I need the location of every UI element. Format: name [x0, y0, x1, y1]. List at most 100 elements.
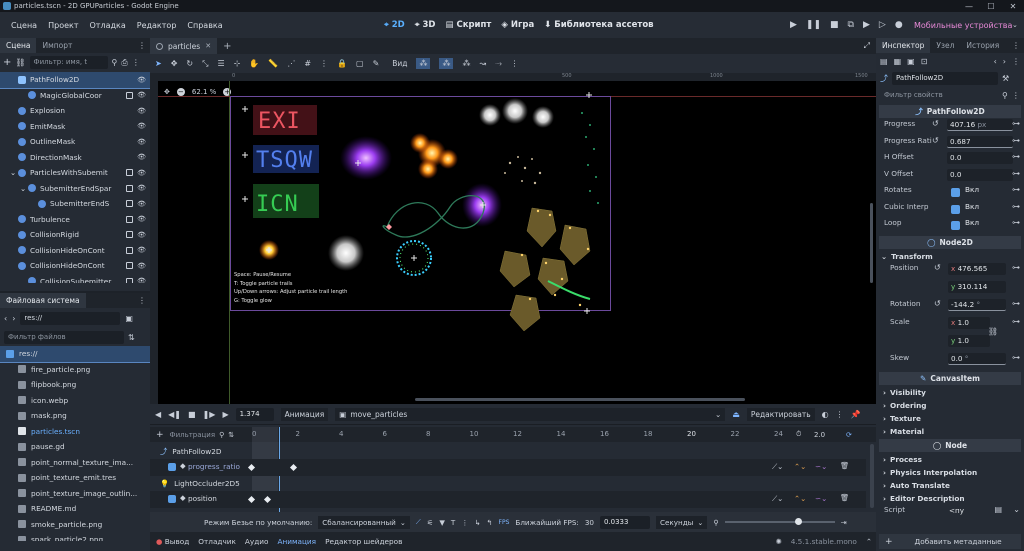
revert-icon[interactable]: ↺ [932, 119, 939, 128]
grid-snap-icon[interactable]: # [304, 59, 311, 68]
visibility-eye-icon[interactable]: 👁 [137, 277, 146, 283]
scene-tree-node[interactable]: SubemitterEndS 👁 [0, 196, 150, 212]
tab-node[interactable]: Узел [930, 38, 960, 53]
group-physics-interpolation[interactable]: › Physics Interpolation [876, 466, 1024, 479]
tab-output[interactable]: ● Вывод [156, 537, 189, 546]
keyframe-icon[interactable]: ⊶ [1012, 119, 1020, 128]
track-checkbox[interactable] [168, 495, 176, 503]
fit-timeline-icon[interactable]: ⇥ [841, 518, 847, 527]
visibility-eye-icon[interactable]: 👁 [137, 262, 146, 270]
scale-tool-icon[interactable]: ⤡ [202, 59, 208, 69]
track-row[interactable]: ◆ position ⟋⌄ ⌃⌄ ∽⌄ 🗑 [150, 491, 866, 508]
scene-tree-node[interactable]: CollisionRigid 👁 [0, 227, 150, 243]
fps-toggle-icon[interactable]: FPS [499, 519, 510, 526]
scene-tree-node[interactable]: EmitMask 👁 [0, 119, 150, 135]
file-item[interactable]: README.md [0, 501, 150, 517]
group-editor-description[interactable]: › Editor Description [876, 492, 1024, 505]
path-delete-icon[interactable]: ⤑ [495, 59, 501, 69]
add-track-icon[interactable]: + [156, 430, 164, 440]
tab-history[interactable]: История [960, 38, 1005, 53]
scale-y-field[interactable]: y 1.0 [948, 334, 990, 347]
file-item[interactable]: point_texture_emit.tres [0, 470, 150, 486]
forward-arrow-icon[interactable]: › [12, 314, 15, 323]
visibility-eye-icon[interactable]: 👁 [137, 169, 146, 177]
scene-tree-node[interactable]: CollisionHideOnCont 👁 [0, 243, 150, 259]
track-filter[interactable]: Фильтрация [170, 431, 216, 439]
onion-skin-icon[interactable]: ◐ [822, 410, 829, 419]
script-load-icon[interactable]: ▤ [994, 505, 1002, 514]
object-menu-icon[interactable]: ⚒ [1002, 74, 1009, 83]
inspected-object-select[interactable]: PathFollow2D [892, 72, 998, 85]
filter-options-icon[interactable]: ⋮ [1012, 91, 1020, 100]
visibility-eye-icon[interactable]: 👁 [137, 184, 146, 192]
node-config-icon[interactable] [126, 262, 133, 270]
snap-keys-icon[interactable]: ⚟ [427, 518, 433, 527]
step-input[interactable]: 0.0333 [599, 515, 650, 529]
list-select-icon[interactable]: ☰ [218, 59, 225, 68]
menu-dots-icon[interactable]: ⋮ [138, 41, 146, 50]
menu-project[interactable]: Проект [48, 21, 78, 30]
position-y-field[interactable]: y 310.114 [948, 280, 1006, 293]
scene-tree-node[interactable]: DirectionMask 👁 [0, 150, 150, 166]
menu-help[interactable]: Справка [187, 21, 222, 30]
scene-tree-node[interactable]: Explosion 👁 [0, 103, 150, 119]
visibility-eye-icon[interactable]: 👁 [137, 153, 146, 161]
tab-scene[interactable]: Сцена [0, 38, 37, 53]
script-field[interactable]: <пу [946, 505, 976, 517]
anim-length[interactable]: 2.0 [814, 431, 825, 439]
prop-value-field[interactable]: 0.687 [947, 135, 1013, 148]
play-project-icon[interactable]: ▶ [790, 20, 797, 30]
keyframe-icon[interactable]: ⊶ [1012, 299, 1020, 308]
keyframe-icon[interactable]: ⊶ [1012, 353, 1020, 362]
sort-icon[interactable]: ⇅ [128, 333, 135, 342]
file-item[interactable]: pause.gd [0, 439, 150, 455]
file-item[interactable]: point_texture_image_outlin... [0, 486, 150, 502]
menu-dots-icon[interactable]: ⋮ [1012, 41, 1020, 50]
main-screen-assetlib[interactable]: ⬇ Библиотека ассетов [544, 20, 653, 30]
anim-time-input[interactable]: 1.374 [235, 407, 274, 421]
file-item[interactable]: mask.png [0, 408, 150, 424]
history-back-icon[interactable]: ‹ [994, 57, 997, 66]
scene-tree-node[interactable]: CollisionHideOnCont 👁 [0, 258, 150, 274]
sort-icon[interactable]: ⇅ [228, 431, 234, 439]
visibility-eye-icon[interactable]: 👁 [137, 231, 146, 239]
checkbox[interactable] [951, 204, 960, 214]
keyframe[interactable] [289, 463, 298, 472]
collapse-panel-icon[interactable]: ⌃ [866, 537, 872, 546]
checkbox[interactable] [951, 221, 960, 230]
tab-debugger[interactable]: Отладчик [198, 537, 236, 546]
play-backwards-icon[interactable]: ◀❚ [168, 410, 181, 419]
loop-wrap-icon[interactable]: ∽⌄ [815, 462, 827, 471]
minimize-button[interactable]: — [958, 2, 980, 11]
close-tab-icon[interactable]: ✕ [205, 42, 211, 50]
scene-tree-node[interactable]: ⌄ SubemitterEndSpar 👁 [0, 181, 150, 197]
rotate-tool-icon[interactable]: ↻ [186, 59, 193, 68]
loop-icon[interactable]: ⟳ [846, 431, 852, 439]
particles-emit-icon[interactable]: ⁂ [416, 58, 431, 69]
fs-filter-input[interactable]: Фильтр файлов [4, 330, 124, 344]
select-tool-icon[interactable]: ➤ [155, 59, 162, 68]
keyframe-icon[interactable]: ⊶ [1012, 317, 1020, 326]
group-ordering[interactable]: › Ordering [876, 399, 1024, 412]
visibility-eye-icon[interactable]: 👁 [137, 122, 146, 130]
property-filter-input[interactable]: Фильтр свойств [880, 89, 998, 102]
group-texture[interactable]: › Texture [876, 412, 1024, 425]
track-group[interactable]: ⤴ PathFollow2D [150, 444, 866, 459]
track-group[interactable]: 💡 LightOccluder2D5 [150, 476, 866, 491]
move-tool-icon[interactable]: ✥ [171, 59, 178, 68]
bone-icon[interactable]: ✎ [373, 59, 380, 68]
update-mode-icon[interactable]: ⌃⌄ [794, 462, 806, 471]
file-item[interactable]: flipbook.png [0, 377, 150, 393]
keyframe[interactable] [247, 463, 256, 472]
maximize-button[interactable]: ☐ [980, 2, 1002, 11]
file-item[interactable]: spark_particle2.png [0, 532, 150, 541]
stop-anim-icon[interactable]: ■ [188, 410, 196, 419]
visibility-eye-icon[interactable]: 👁 [137, 138, 146, 146]
interp-mode-icon[interactable]: ⟋⌄ [772, 494, 783, 504]
smart-snap-icon[interactable]: ⋰ [287, 59, 295, 68]
toolbar-dots-icon[interactable]: ⋮ [511, 59, 519, 68]
bezier-mode-select[interactable]: Сбалансированный ⌄ [318, 515, 410, 529]
main-screen-script[interactable]: ▤ Скрипт [445, 20, 491, 30]
lock-icon[interactable]: 🔒 [337, 59, 347, 68]
timeline-zoom-slider[interactable] [724, 518, 835, 525]
